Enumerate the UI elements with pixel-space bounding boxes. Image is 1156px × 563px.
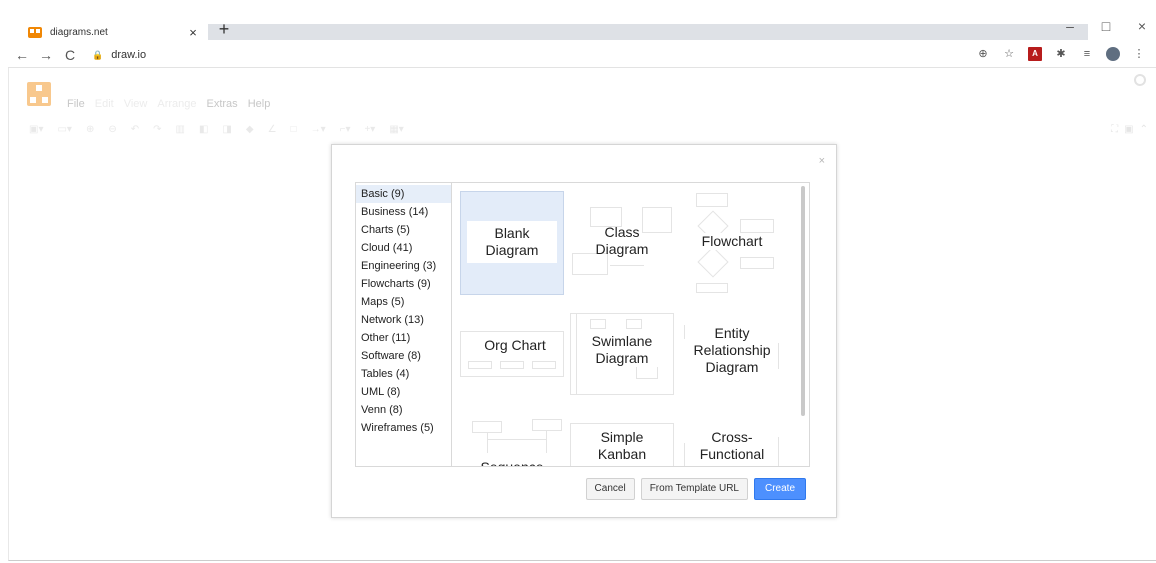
delete-icon[interactable]: ▥ [176,124,185,138]
category-uml[interactable]: UML (8) [356,383,451,401]
window-controls: – □ × [1062,18,1150,34]
template-blank-diagram[interactable]: Blank Diagram [460,191,564,295]
browser-tab-bar: diagrams.net × + – □ × [8,14,1156,44]
line-color-icon[interactable]: ∠ [268,124,277,138]
new-tab-button[interactable]: + [214,18,234,40]
template-org-chart[interactable]: Org Chart [460,307,564,411]
menu-help[interactable]: Help [248,98,271,110]
menu-view[interactable]: View [124,98,148,110]
category-other[interactable]: Other (11) [356,329,451,347]
insert-icon[interactable]: +▾ [364,124,375,138]
close-window-button[interactable]: × [1134,18,1150,34]
template-class-diagram[interactable]: Class Diagram [570,191,674,295]
collapse-icon[interactable]: ⌃ [1140,124,1148,135]
category-software[interactable]: Software (8) [356,347,451,365]
zoom-in-icon[interactable]: ⊕ [86,124,94,138]
profile-avatar[interactable] [1106,47,1120,61]
bookmark-star-icon[interactable]: ☆ [1002,47,1016,61]
redo-icon[interactable]: ↷ [153,124,161,138]
tab-close-icon[interactable]: × [186,25,200,40]
drawio-favicon-icon [28,26,42,38]
browser-tab[interactable]: diagrams.net × [20,20,208,44]
undo-icon[interactable]: ↶ [131,124,139,138]
fill-color-icon[interactable]: ◆ [246,124,254,138]
app-toolbar: ▣▾ ▭▾ ⊕ ⊖ ↶ ↷ ▥ ◧ ◨ ◆ ∠ □ →▾ ⌐▾ +▾ ▦▾ [29,124,1149,138]
connection-icon[interactable]: →▾ [311,124,326,138]
template-title: Swimlane Diagram [582,333,662,367]
to-front-icon[interactable]: ◧ [199,124,208,138]
template-grid-scrollbar[interactable] [801,186,805,416]
format-panel-icon[interactable]: ▣▾ [29,124,43,138]
category-basic[interactable]: Basic (9) [356,185,451,203]
template-entity-relationship-diagram[interactable]: Entity Relationship Diagram [680,307,784,411]
waypoints-icon[interactable]: ⌐▾ [340,124,351,138]
dialog-buttons: Cancel From Template URL Create [585,478,806,500]
shadow-icon[interactable]: □ [291,124,297,138]
template-title: Flowchart [680,233,784,250]
extensions-puzzle-icon[interactable]: ✱ [1054,47,1068,61]
reload-button[interactable]: C [60,47,80,63]
category-flowcharts[interactable]: Flowcharts (9) [356,275,451,293]
format-toggle-icon[interactable]: ▣ [1124,124,1133,135]
template-title: Cross- Functional [690,429,774,463]
template-grid: Blank Diagram Class Diagram Flowchart Or… [452,182,810,467]
template-title: Sequence [472,459,552,466]
reading-list-icon[interactable]: ≡ [1080,47,1094,61]
category-maps[interactable]: Maps (5) [356,293,451,311]
new-diagram-dialog: × Basic (9) Business (14) Charts (5) Clo… [331,144,837,518]
tab-strip [208,24,1088,40]
app-menu-bar: File Edit View Arrange Extras Help [67,98,270,110]
to-back-icon[interactable]: ◨ [222,124,231,138]
zoom-icon[interactable]: ▭▾ [57,124,71,138]
template-title: Class Diagram [595,224,649,257]
category-engineering[interactable]: Engineering (3) [356,257,451,275]
category-network[interactable]: Network (13) [356,311,451,329]
back-button[interactable]: ← [12,47,32,63]
template-title: Blank Diagram [467,221,557,263]
template-swimlane-diagram[interactable]: Swimlane Diagram [570,307,674,411]
url-text: draw.io [111,49,147,61]
template-category-list: Basic (9) Business (14) Charts (5) Cloud… [355,182,452,467]
pdf-extension-icon[interactable]: A [1028,47,1042,61]
address-bar: ← → C 🔒 draw.io ⊕ ☆ A ✱ ≡ ⋮ [8,44,1156,66]
menu-extras[interactable]: Extras [207,98,238,110]
category-business[interactable]: Business (14) [356,203,451,221]
maximize-button[interactable]: □ [1098,18,1114,34]
category-cloud[interactable]: Cloud (41) [356,239,451,257]
toolbar-right: ⛶ ▣ ⌃ [1111,124,1148,135]
lock-icon: 🔒 [92,49,104,60]
template-sequence[interactable]: Sequence [460,415,564,466]
menu-file[interactable]: File [67,98,85,110]
template-title: Org Chart [480,337,550,354]
template-simple-kanban[interactable]: Simple Kanban [570,415,674,466]
extensions-area: ⊕ ☆ A ✱ ≡ ⋮ [976,47,1146,61]
template-title: Simple Kanban [576,429,668,463]
browser-menu-icon[interactable]: ⋮ [1132,47,1146,61]
dialog-close-icon[interactable]: × [819,155,825,167]
tab-title: diagrams.net [50,26,108,38]
menu-edit[interactable]: Edit [95,98,114,110]
forward-button[interactable]: → [36,47,56,63]
add-icon[interactable]: ⊕ [976,47,990,61]
drawio-logo-icon [27,82,51,106]
fullscreen-icon[interactable]: ⛶ [1111,124,1118,135]
category-tables[interactable]: Tables (4) [356,365,451,383]
category-wireframes[interactable]: Wireframes (5) [356,419,451,437]
template-flowchart[interactable]: Flowchart [680,191,784,295]
minimize-button[interactable]: – [1062,18,1078,34]
template-title: Entity Relationship Diagram [688,325,776,376]
category-charts[interactable]: Charts (5) [356,221,451,239]
template-cross-functional[interactable]: Cross- Functional [680,415,784,466]
table-icon[interactable]: ▦▾ [389,124,403,138]
from-template-url-button[interactable]: From Template URL [640,478,748,500]
category-venn[interactable]: Venn (8) [356,401,451,419]
cancel-button[interactable]: Cancel [585,478,635,500]
language-globe-icon[interactable] [1134,74,1146,86]
create-button[interactable]: Create [753,478,806,500]
zoom-out-icon[interactable]: ⊖ [108,124,116,138]
url-field[interactable]: 🔒 draw.io [92,49,146,61]
menu-arrange[interactable]: Arrange [157,98,196,110]
